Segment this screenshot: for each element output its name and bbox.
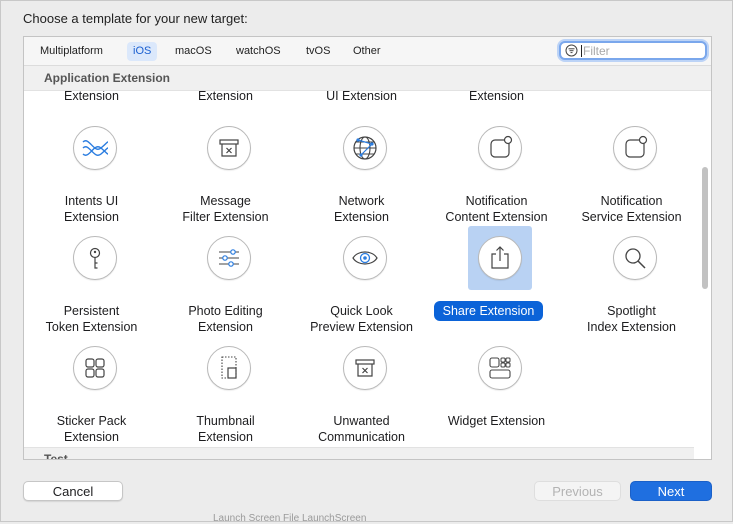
selection-highlight: [468, 226, 532, 290]
intents-ui-icon: [73, 126, 117, 170]
template-label: Share Extension: [434, 301, 543, 321]
unwanted-tray-icon: [343, 346, 387, 390]
filter-field[interactable]: [559, 41, 707, 60]
template-label: Preview Extension: [310, 320, 413, 334]
eye-icon: [343, 236, 387, 280]
template-panel: Multiplatform iOS macOS watchOS tvOS Oth…: [23, 36, 712, 460]
template-label: Persistent: [63, 304, 120, 318]
template-label: Spotlight: [607, 304, 656, 318]
partial-template-label[interactable]: UI Extension: [294, 91, 429, 103]
template-label: Extension: [198, 320, 253, 334]
notification-content-icon: [478, 126, 522, 170]
notification-service-icon: [613, 126, 657, 170]
key-icon: [73, 236, 117, 280]
template-label: Thumbnail: [196, 414, 255, 428]
template-label: Extension: [198, 430, 253, 444]
cancel-button[interactable]: Cancel: [23, 481, 123, 501]
template-label: Message: [200, 194, 251, 208]
template-label: Network: [338, 194, 385, 208]
template-label: Index Extension: [587, 320, 676, 334]
tab-watchos[interactable]: watchOS: [230, 42, 287, 61]
background-text: Launch Screen File LaunchScreen: [213, 513, 367, 524]
template-label: Sticker Pack: [56, 414, 127, 428]
sticker-grid-icon: [73, 346, 117, 390]
template-label: Communication: [318, 430, 405, 444]
section-header-test: Test: [24, 447, 694, 460]
new-target-dialog: Choose a template for your new target: M…: [0, 0, 733, 524]
previous-button[interactable]: Previous: [534, 481, 621, 501]
message-filter-icon: [207, 126, 251, 170]
partial-template-label[interactable]: Extension: [158, 91, 293, 103]
filter-icon: [565, 44, 578, 57]
section-title: Application Extension: [44, 71, 171, 85]
thumbnail-icon: [207, 346, 251, 390]
tab-macos[interactable]: macOS: [169, 42, 218, 61]
template-label: Photo Editing: [188, 304, 263, 318]
template-label: Quick Look: [330, 304, 393, 318]
dialog-heading: Choose a template for your new target:: [23, 11, 248, 26]
next-button[interactable]: Next: [630, 481, 712, 501]
template-label: Token Extension: [45, 320, 138, 334]
magnifier-icon: [613, 236, 657, 280]
template-label: Extension: [64, 430, 119, 444]
template-label: Content Extension: [445, 210, 548, 224]
tab-other[interactable]: Other: [347, 42, 387, 61]
template-label: Extension: [334, 210, 389, 224]
template-label: Unwanted: [333, 414, 390, 428]
template-label: Notification: [600, 194, 663, 208]
tab-tvos[interactable]: tvOS: [300, 42, 336, 61]
template-label: Intents UI: [64, 194, 119, 208]
share-icon: [478, 236, 522, 280]
background-window-strip: Launch Screen File LaunchScreen: [1, 511, 733, 524]
template-label: Extension: [64, 210, 119, 224]
section-header-application-extension: Application Extension: [24, 66, 711, 91]
tab-multiplatform[interactable]: Multiplatform: [34, 42, 109, 61]
partial-template-label[interactable]: Extension: [24, 91, 159, 103]
platform-tab-bar: Multiplatform iOS macOS watchOS tvOS Oth…: [24, 37, 711, 66]
partial-template-label[interactable]: Extension: [429, 91, 564, 103]
widget-icon: [478, 346, 522, 390]
text-caret: [581, 45, 582, 57]
filter-input[interactable]: [583, 43, 701, 58]
network-globe-icon: [343, 126, 387, 170]
template-label: Widget Extension: [447, 414, 546, 428]
scrollbar-thumb[interactable]: [702, 167, 708, 289]
sliders-icon: [207, 236, 251, 280]
template-label: Service Extension: [581, 210, 682, 224]
template-label: Notification: [465, 194, 528, 208]
section-title: Test: [44, 452, 68, 460]
template-grid: Extension Extension UI Extension Extensi…: [24, 91, 694, 460]
tab-ios[interactable]: iOS: [127, 42, 158, 61]
template-label: Filter Extension: [182, 210, 269, 224]
vertical-scrollbar[interactable]: [699, 91, 711, 447]
